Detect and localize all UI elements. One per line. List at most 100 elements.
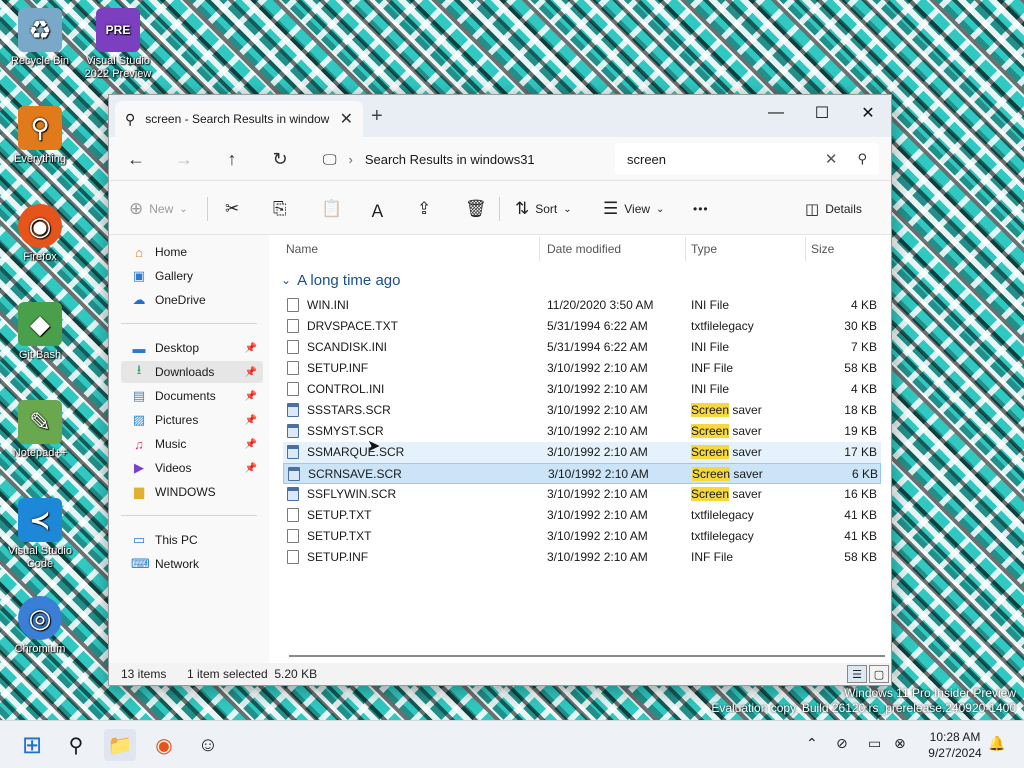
start-button[interactable]: ⊞ [16, 729, 48, 761]
taskbar-file-explorer[interactable]: 📁 [104, 729, 136, 761]
table-row[interactable]: SETUP.INF 3/10/1992 2:10 AM INF File 58 … [283, 547, 881, 568]
new-button[interactable]: ⊕ New ⌄ [129, 195, 188, 223]
sidebar-item-network[interactable]: ⌨ Network [121, 553, 263, 575]
sidebar-item-desktop[interactable]: ▬ Desktop 📌 [121, 337, 263, 359]
display-icon[interactable]: ▭ [868, 735, 881, 752]
search-input[interactable]: screen [627, 152, 825, 167]
pin-icon[interactable]: 📌 [245, 343, 257, 354]
desktop-icon-vscode[interactable]: ≺ Visual Studio Code [0, 498, 80, 571]
file-size: 4 KB [850, 298, 877, 312]
taskbar-app[interactable]: ☺ [192, 729, 224, 761]
taskbar-search-button[interactable]: ⚲ [60, 729, 92, 761]
desktop-icon-visual-studio-preview[interactable]: PRE Visual Studio 2022 Preview [78, 8, 158, 81]
table-row[interactable]: SCRNSAVE.SCR 3/10/1992 2:10 AM Screen sa… [283, 463, 881, 484]
sidebar-item-pictures[interactable]: ▨ Pictures 📌 [121, 409, 263, 431]
address-bar[interactable]: 🖵 › Search Results in windows31 [315, 143, 605, 175]
sidebar-item-downloads[interactable]: ⭳ Downloads 📌 [121, 361, 263, 383]
cut-button[interactable]: ✂ [225, 195, 239, 223]
table-row[interactable]: SETUP.TXT 3/10/1992 2:10 AM txtfilelegac… [283, 505, 881, 526]
desktop-icon-chromium[interactable]: ◎ Chromium [0, 596, 80, 656]
horizontal-scrollbar[interactable] [289, 655, 885, 657]
sidebar-item-label: Videos [155, 461, 192, 475]
taskbar-firefox[interactable]: ◉ [148, 729, 180, 761]
group-header[interactable]: ⌄ A long time ago [281, 269, 400, 291]
file-type: INF File [691, 361, 733, 375]
show-hidden-icons-icon[interactable]: ⌃ [806, 735, 818, 752]
column-header-type[interactable]: Type [691, 242, 717, 256]
tiles-view-button[interactable]: ▢ [869, 665, 889, 683]
table-row[interactable]: SETUP.TXT 3/10/1992 2:10 AM txtfilelegac… [283, 526, 881, 547]
column-header-date-modified[interactable]: Date modified [547, 242, 621, 256]
forward-button[interactable]: → [169, 145, 199, 173]
column-divider[interactable] [805, 237, 806, 261]
trash-icon: 🗑 [465, 199, 487, 218]
table-row[interactable]: SCANDISK.INI 5/31/1994 6:22 AM INI File … [283, 337, 881, 358]
file-date: 3/10/1992 2:10 AM [547, 382, 648, 396]
pin-icon[interactable]: 📌 [245, 439, 257, 450]
column-header-name[interactable]: Name [286, 242, 318, 256]
column-header-size[interactable]: Size [811, 242, 834, 256]
table-row[interactable]: SSFLYWIN.SCR 3/10/1992 2:10 AM Screen sa… [283, 484, 881, 505]
file-size: 41 KB [844, 529, 877, 543]
sidebar-item-home[interactable]: ⌂ Home [121, 241, 263, 263]
file-type: Screen saver [692, 467, 763, 481]
delete-button[interactable]: 🗑 [465, 195, 487, 223]
desktop-icon-recycle-bin[interactable]: ♻ Recycle Bin [0, 8, 80, 68]
sidebar-item-documents[interactable]: ▤ Documents 📌 [121, 385, 263, 407]
sidebar-item-music[interactable]: ♫ Music 📌 [121, 433, 263, 455]
volume-muted-icon[interactable]: ⊗ [894, 735, 906, 752]
sidebar-item-onedrive[interactable]: ☁ OneDrive [121, 289, 263, 311]
pin-icon[interactable]: 📌 [245, 415, 257, 426]
rename-button[interactable]: Ａ [369, 195, 386, 223]
tab-search-results[interactable]: ⚲ screen - Search Results in windows31 ✕ [115, 101, 363, 137]
close-button[interactable]: ✕ [845, 99, 891, 127]
pin-icon[interactable]: 📌 [245, 463, 257, 474]
notification-bell-icon[interactable]: 🔔 [988, 735, 1005, 752]
back-button[interactable]: ← [121, 145, 151, 173]
desktop-icon-notepad-plus-plus[interactable]: ✎ Notepad++ [0, 400, 80, 460]
share-button[interactable]: ⇪ [417, 195, 431, 223]
file-name: SETUP.TXT [307, 529, 372, 543]
up-button[interactable]: ↑ [217, 145, 247, 173]
refresh-button[interactable]: ↻ [265, 145, 295, 173]
table-row[interactable]: WIN.INI 11/20/2020 3:50 AM INI File 4 KB [283, 295, 881, 316]
table-row[interactable]: SETUP.INF 3/10/1992 2:10 AM INF File 58 … [283, 358, 881, 379]
desktop-icon-git-bash[interactable]: ◆ Git Bash [0, 302, 80, 362]
network-status-icon[interactable]: ⊘ [836, 735, 848, 752]
sidebar-item-this-pc[interactable]: ▭ This PC [121, 529, 263, 551]
minimize-button[interactable]: — [753, 99, 799, 127]
table-row[interactable]: SSMARQUE.SCR 3/10/1992 2:10 AM Screen sa… [283, 438, 881, 463]
navigation-pane: ⌂ Home ▣ Gallery ☁ OneDrive ▬ Desktop 📌 … [109, 235, 269, 663]
desktop-icon-label: Visual Studio 2022 Preview [84, 55, 152, 80]
sidebar-item-gallery[interactable]: ▣ Gallery [121, 265, 263, 287]
desktop-icon-everything[interactable]: ⚲ Everything [0, 106, 80, 166]
view-button[interactable]: ☰ View ⌄ [603, 195, 664, 223]
pin-icon[interactable]: 📌 [245, 367, 257, 378]
pin-icon[interactable]: 📌 [245, 391, 257, 402]
table-row[interactable]: SSSTARS.SCR 3/10/1992 2:10 AM Screen sav… [283, 400, 881, 421]
clear-search-icon[interactable]: ✕ [825, 150, 838, 168]
sidebar-item-videos[interactable]: ▶ Videos 📌 [121, 457, 263, 479]
column-divider[interactable] [539, 237, 540, 261]
search-box[interactable]: screen ✕ ⚲ [615, 143, 879, 175]
table-row[interactable]: CONTROL.INI 3/10/1992 2:10 AM INI File 4… [283, 379, 881, 400]
paste-button[interactable]: 📋 [321, 195, 342, 223]
column-divider[interactable] [685, 237, 686, 261]
details-button[interactable]: ◫ Details [805, 195, 862, 223]
copy-button[interactable]: ⎘ [273, 195, 287, 223]
desktop-icon-firefox[interactable]: ◉ Firefox [0, 204, 80, 264]
details-view-button[interactable]: ☰ [847, 665, 867, 683]
sidebar-item-windows[interactable]: ▆ WINDOWS [121, 481, 263, 503]
table-row[interactable]: DRVSPACE.TXT 5/31/1994 6:22 AM txtfilele… [283, 316, 881, 337]
sort-button[interactable]: ⇅ Sort ⌄ [515, 195, 572, 223]
search-icon[interactable]: ⚲ [857, 151, 867, 167]
breadcrumb[interactable]: Search Results in windows31 [365, 152, 535, 167]
download-icon: ⭳ [136, 362, 142, 377]
new-tab-button[interactable]: + [371, 105, 383, 128]
system-clock[interactable]: 10:28 AM 9/27/2024 [920, 729, 990, 761]
more-options-button[interactable]: ••• [693, 195, 709, 223]
gallery-icon: ▣ [132, 268, 146, 283]
file-icon [287, 298, 299, 312]
tab-close-icon[interactable]: ✕ [340, 109, 353, 129]
maximize-button[interactable]: ☐ [799, 99, 845, 127]
